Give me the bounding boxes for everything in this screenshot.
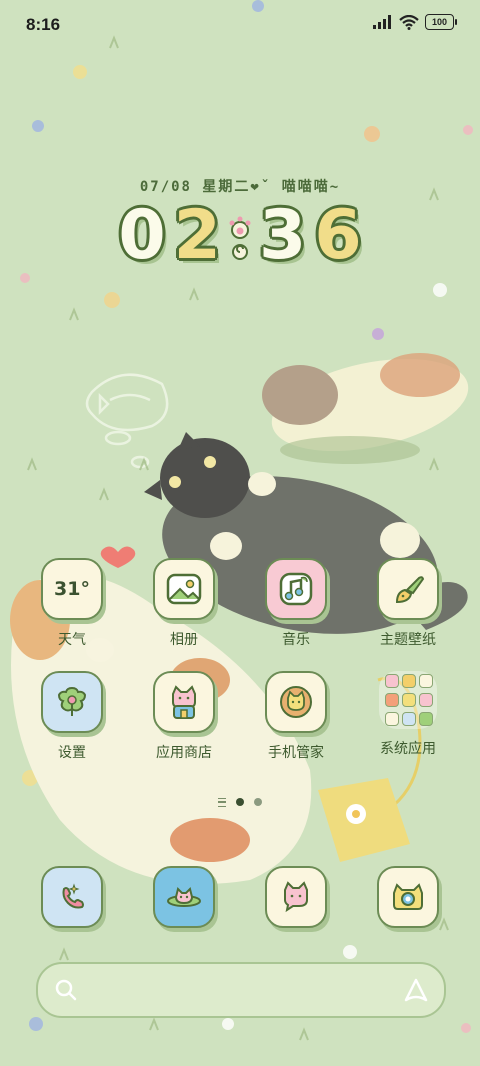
assistant-icon[interactable] xyxy=(402,976,430,1004)
page-dot[interactable] xyxy=(254,798,262,806)
page-indicator[interactable] xyxy=(0,796,480,808)
search-icon[interactable] xyxy=(54,978,78,1002)
app-settings[interactable]: 设置 xyxy=(22,671,122,762)
status-bar: 8:16 100 xyxy=(0,0,480,52)
folder-icon xyxy=(379,671,437,729)
weather-icon: 31° xyxy=(41,558,103,620)
dock-camera[interactable] xyxy=(358,866,458,928)
phone-icon xyxy=(41,866,103,928)
clock-widget[interactable]: 0 2 3 6 xyxy=(100,196,380,276)
music-icon xyxy=(265,558,327,620)
paw-icon xyxy=(229,216,251,260)
app-label: 音乐 xyxy=(282,632,310,648)
folder-app-icon xyxy=(419,712,433,726)
clock-minute-ones: 6 xyxy=(314,196,362,275)
clock-hour-tens: 0 xyxy=(118,196,166,275)
menu-icon[interactable] xyxy=(218,797,226,807)
folder-app-icon xyxy=(402,693,416,707)
app-weather[interactable]: 31° 天气 xyxy=(22,558,122,649)
dock-phone[interactable] xyxy=(22,866,122,928)
browser-icon xyxy=(153,866,215,928)
app-security[interactable]: 手机管家 xyxy=(246,671,346,762)
search-input[interactable] xyxy=(92,976,376,1004)
clock-hour-ones: 2 xyxy=(173,196,221,275)
camera-icon xyxy=(377,866,439,928)
weather-temp: 31° xyxy=(54,578,90,600)
app-label: 设置 xyxy=(58,745,86,761)
app-label: 应用商店 xyxy=(156,745,212,761)
app-label: 手机管家 xyxy=(268,745,324,761)
settings-icon xyxy=(41,671,103,733)
folder-app-icon xyxy=(385,712,399,726)
status-time: 8:16 xyxy=(26,15,61,34)
wifi-icon xyxy=(399,14,419,30)
battery-indicator: 100 xyxy=(425,14,457,30)
gallery-icon xyxy=(153,558,215,620)
app-store[interactable]: 应用商店 xyxy=(134,671,234,762)
folder-system-apps[interactable]: 系统应用 xyxy=(358,671,458,758)
folder-app-icon xyxy=(385,693,399,707)
app-music[interactable]: 音乐 xyxy=(246,558,346,649)
shield-cat-icon xyxy=(265,671,327,733)
page-dot-active[interactable] xyxy=(236,798,244,806)
store-icon xyxy=(153,671,215,733)
dock-browser[interactable] xyxy=(134,866,234,928)
status-icons: 100 xyxy=(373,14,457,30)
folder-app-icon xyxy=(385,674,399,688)
messages-icon xyxy=(265,866,327,928)
clock-minute-tens: 3 xyxy=(259,196,307,275)
brush-icon xyxy=(377,558,439,620)
signal-icon xyxy=(373,15,391,29)
app-label: 相册 xyxy=(170,632,198,648)
folder-app-icon xyxy=(402,674,416,688)
app-gallery[interactable]: 相册 xyxy=(134,558,234,649)
app-label: 系统应用 xyxy=(380,741,436,757)
app-label: 天气 xyxy=(58,632,86,648)
app-themes[interactable]: 主题壁纸 xyxy=(358,558,458,649)
widget-date: 07/08 星期二❤ˇ 喵喵喵~ xyxy=(139,179,341,195)
folder-app-icon xyxy=(419,674,433,688)
app-label: 主题壁纸 xyxy=(380,632,436,648)
folder-app-icon xyxy=(402,712,416,726)
search-bar[interactable] xyxy=(36,962,446,1018)
folder-app-icon xyxy=(419,693,433,707)
dock-messages[interactable] xyxy=(246,866,346,928)
